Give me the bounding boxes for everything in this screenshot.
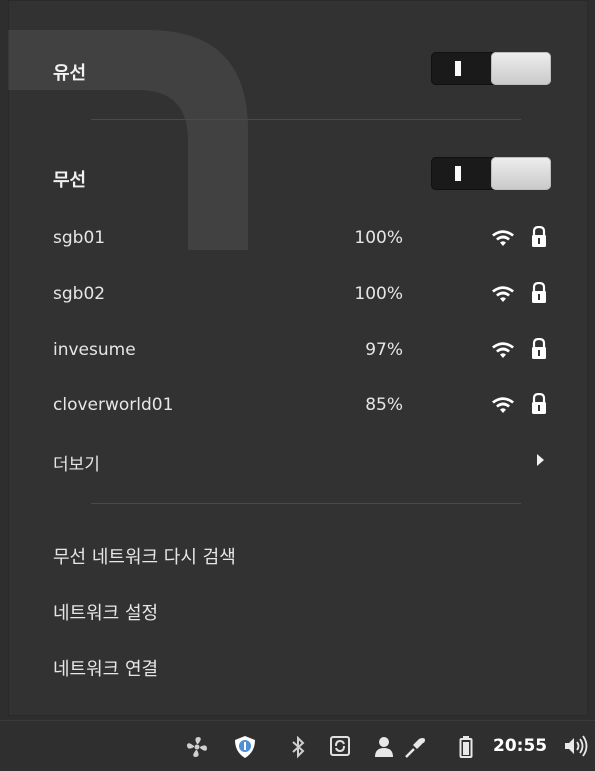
toggle-knob	[491, 157, 551, 190]
wired-title: 유선	[53, 63, 87, 84]
taskbar: 20:55	[0, 720, 595, 771]
watermark-logo	[8, 30, 248, 250]
screen: 유선 무선 sgb01 100% sgb02 100% invesume 97%…	[0, 0, 595, 771]
separator	[91, 119, 521, 120]
network-ssid: sgb01	[53, 228, 106, 248]
fan-icon[interactable]	[185, 735, 209, 759]
lock-icon	[532, 393, 546, 414]
wired-toggle[interactable]	[431, 52, 551, 85]
bluetooth-icon[interactable]	[289, 735, 307, 759]
wireless-toggle[interactable]	[431, 157, 551, 190]
separator	[91, 503, 521, 504]
toggle-off-mark	[455, 61, 461, 76]
wireless-title: 무선	[53, 170, 87, 191]
clock[interactable]: 20:55	[493, 736, 547, 756]
wifi-icon	[492, 286, 514, 302]
lock-icon	[532, 282, 546, 303]
toggle-knob	[491, 52, 551, 85]
network-strength: 97%	[365, 340, 403, 360]
network-plug-icon[interactable]	[403, 735, 427, 759]
toggle-off-mark	[455, 166, 461, 181]
lock-icon	[532, 226, 546, 247]
network-connections-item[interactable]: 네트워크 연결	[53, 655, 158, 681]
rescan-wireless-item[interactable]: 무선 네트워크 다시 검색	[53, 543, 236, 569]
lock-icon	[532, 338, 546, 359]
more-networks-item[interactable]: 더보기	[53, 440, 563, 480]
user-icon[interactable]	[373, 735, 395, 759]
volume-icon[interactable]	[563, 735, 589, 757]
network-strength: 100%	[354, 284, 403, 304]
network-item-cloverworld01[interactable]: cloverworld01 85%	[53, 385, 563, 425]
network-ssid: cloverworld01	[53, 395, 174, 415]
wifi-icon	[492, 230, 514, 246]
update-icon[interactable]	[329, 735, 351, 757]
chevron-right-icon	[537, 454, 544, 466]
more-networks-label: 더보기	[53, 455, 100, 475]
network-item-sgb01[interactable]: sgb01 100%	[53, 218, 563, 258]
network-popup: 유선 무선 sgb01 100% sgb02 100% invesume 97%…	[8, 0, 588, 716]
network-item-invesume[interactable]: invesume 97%	[53, 330, 563, 370]
wifi-icon	[492, 397, 514, 413]
network-strength: 100%	[354, 228, 403, 248]
network-ssid: invesume	[53, 340, 136, 360]
wifi-icon	[492, 342, 514, 358]
network-settings-item[interactable]: 네트워크 설정	[53, 599, 158, 625]
network-ssid: sgb02	[53, 284, 106, 304]
network-item-sgb02[interactable]: sgb02 100%	[53, 274, 563, 314]
battery-icon[interactable]	[459, 735, 473, 759]
shield-icon[interactable]	[233, 735, 257, 759]
network-strength: 85%	[365, 395, 403, 415]
